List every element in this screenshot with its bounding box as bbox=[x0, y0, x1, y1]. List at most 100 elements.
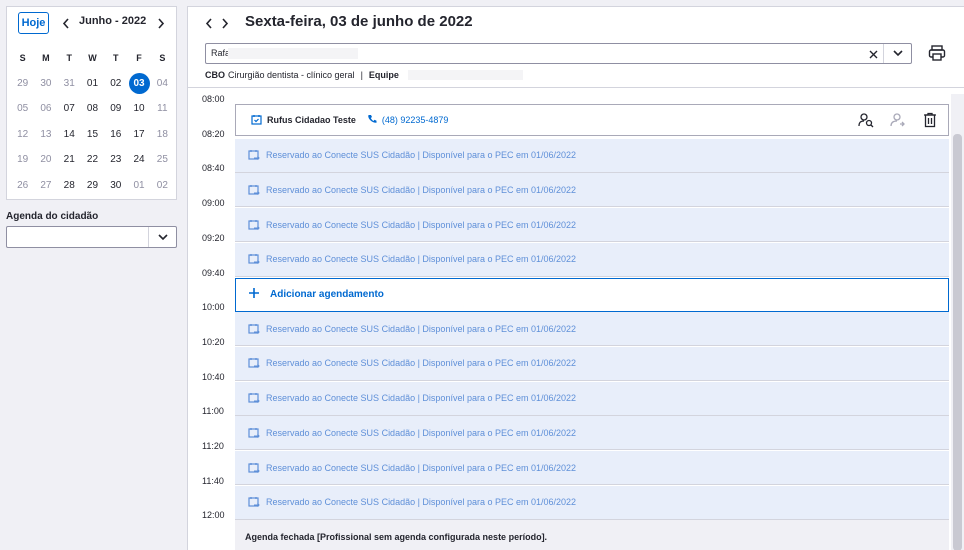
today-button[interactable]: Hoje bbox=[18, 12, 49, 34]
time-label: 12:00 bbox=[202, 510, 225, 521]
calendar-share-icon bbox=[247, 322, 260, 335]
reserved-slot-label: Reservado ao Conecte SUS Cidadão | Dispo… bbox=[266, 393, 577, 404]
reserved-slot-label: Reservado ao Conecte SUS Cidadão | Dispo… bbox=[266, 184, 577, 195]
calendar-day[interactable]: 30 bbox=[34, 78, 57, 89]
add-appointment-button[interactable]: Adicionar agendamento bbox=[235, 277, 949, 312]
calendar-day[interactable]: 20 bbox=[34, 154, 57, 165]
calendar-day[interactable]: 30 bbox=[104, 180, 127, 191]
calendar-day[interactable]: 01 bbox=[127, 180, 150, 191]
reserved-slot-label: Reservado ao Conecte SUS Cidadão | Dispo… bbox=[266, 358, 577, 369]
reserved-slot-label: Reservado ao Conecte SUS Cidadão | Dispo… bbox=[266, 497, 577, 508]
calendar-day[interactable]: 18 bbox=[151, 129, 174, 140]
calendar-day[interactable]: 25 bbox=[151, 154, 174, 165]
calendar-day[interactable]: 29 bbox=[11, 78, 34, 89]
time-label: 11:20 bbox=[202, 441, 224, 451]
user-share-icon[interactable] bbox=[890, 112, 906, 128]
reserved-slot[interactable]: Reservado ao Conecte SUS Cidadão | Dispo… bbox=[235, 208, 949, 243]
scrollbar[interactable] bbox=[951, 94, 964, 550]
reserved-slot[interactable]: Reservado ao Conecte SUS Cidadão | Dispo… bbox=[235, 451, 949, 485]
equipe-label: Equipe bbox=[368, 70, 399, 80]
closed-agenda-notice: Agenda fechada [Profissional sem agenda … bbox=[235, 520, 949, 550]
calendar-day[interactable]: 04 bbox=[151, 78, 174, 89]
meta-separator: | bbox=[360, 70, 363, 80]
calendar-day[interactable]: 19 bbox=[11, 154, 34, 165]
selected-day[interactable]: 03 bbox=[127, 72, 150, 94]
calendar-day[interactable]: 27 bbox=[34, 180, 57, 191]
reserved-slot-label: Reservado ao Conecte SUS Cidadão | Dispo… bbox=[266, 323, 577, 334]
calendar-share-icon bbox=[247, 392, 260, 405]
reserved-slot[interactable]: Reservado ao Conecte SUS Cidadão | Dispo… bbox=[235, 173, 949, 208]
reserved-slot[interactable]: Reservado ao Conecte SUS Cidadão | Dispo… bbox=[235, 312, 949, 347]
redacted-text bbox=[228, 48, 358, 59]
week-row: 19 20 21 22 23 24 25 bbox=[11, 147, 174, 173]
print-icon[interactable] bbox=[928, 44, 946, 62]
next-day-icon[interactable] bbox=[218, 15, 232, 31]
calendar-day[interactable]: 12 bbox=[11, 129, 34, 140]
reserved-slot-label: Reservado ao Conecte SUS Cidadão | Dispo… bbox=[266, 150, 577, 161]
calendar-day[interactable]: 29 bbox=[81, 180, 104, 191]
time-label: 09:40 bbox=[202, 267, 225, 278]
weekday-label: T bbox=[113, 52, 119, 63]
cbo-label: CBO bbox=[205, 70, 225, 80]
calendar-day[interactable]: 31 bbox=[58, 78, 81, 89]
calendar-day[interactable]: 28 bbox=[58, 180, 81, 191]
search-user-icon[interactable] bbox=[858, 112, 874, 128]
reserved-slot[interactable]: Reservado ao Conecte SUS Cidadão | Dispo… bbox=[235, 346, 949, 381]
calendar-share-icon bbox=[247, 357, 260, 370]
calendar-day[interactable]: 14 bbox=[58, 129, 81, 140]
weekday-label: M bbox=[42, 52, 50, 63]
calendar-grid: S M T W T F S 29 30 31 01 02 03 04 05 06 07 08 09 10 11 12 13 1… bbox=[11, 45, 174, 198]
calendar-day[interactable]: 22 bbox=[81, 154, 104, 165]
reserved-slot[interactable]: Reservado ao Conecte SUS Cidadão | Dispo… bbox=[235, 381, 949, 416]
calendar-day[interactable]: 05 bbox=[11, 103, 34, 114]
agenda-label: Agenda do cidadão bbox=[6, 211, 99, 222]
calendar-day[interactable]: 21 bbox=[58, 154, 81, 165]
trash-icon[interactable] bbox=[922, 112, 938, 128]
calendar-day[interactable]: 07 bbox=[58, 103, 81, 114]
week-row: 12 13 14 15 16 17 18 bbox=[11, 122, 174, 148]
professional-search-input[interactable]: Rafa bbox=[205, 43, 912, 64]
calendar-share-icon bbox=[247, 218, 260, 231]
redacted-text bbox=[407, 70, 523, 80]
calendar-day[interactable]: 01 bbox=[81, 78, 104, 89]
patient-name[interactable]: Rufus Cidadao Teste bbox=[267, 115, 356, 125]
calendar-day[interactable]: 23 bbox=[104, 154, 127, 165]
calendar-day[interactable]: 17 bbox=[127, 129, 150, 140]
calendar-day[interactable]: 13 bbox=[34, 129, 57, 140]
calendar-day[interactable]: 09 bbox=[104, 103, 127, 114]
scrollbar-thumb[interactable] bbox=[953, 134, 962, 550]
time-label: 11:40 bbox=[202, 475, 224, 486]
agenda-select[interactable] bbox=[6, 226, 177, 248]
calendar-day[interactable]: 11 bbox=[151, 103, 174, 114]
time-label: 08:00 bbox=[202, 94, 225, 104]
reserved-slot[interactable]: Reservado ao Conecte SUS Cidadão | Dispo… bbox=[235, 485, 949, 520]
calendar-day[interactable]: 10 bbox=[127, 103, 150, 114]
weekday-label: T bbox=[66, 52, 72, 63]
prev-month-icon[interactable] bbox=[59, 15, 73, 31]
next-month-icon[interactable] bbox=[154, 15, 168, 31]
close-icon[interactable] bbox=[865, 46, 881, 62]
time-label: 10:20 bbox=[202, 336, 225, 347]
chevron-down-icon[interactable] bbox=[148, 227, 176, 247]
weekday-label: F bbox=[136, 52, 142, 63]
chevron-down-icon[interactable] bbox=[883, 44, 911, 63]
calendar-day[interactable]: 24 bbox=[127, 154, 150, 165]
reserved-slot[interactable]: Reservado ao Conecte SUS Cidadão | Dispo… bbox=[235, 416, 949, 451]
calendar-day[interactable]: 06 bbox=[34, 103, 57, 114]
calendar-day[interactable]: 26 bbox=[11, 180, 34, 191]
reserved-slot-label: Reservado ao Conecte SUS Cidadão | Dispo… bbox=[266, 219, 577, 230]
reserved-slot-label: Reservado ao Conecte SUS Cidadão | Dispo… bbox=[266, 462, 577, 473]
calendar-day[interactable]: 08 bbox=[81, 103, 104, 114]
calendar-day[interactable]: 02 bbox=[151, 180, 174, 191]
mini-calendar: Hoje Junho - 2022 S M T W T F S 29 30 31 01 02 03 04 0… bbox=[6, 6, 177, 200]
prev-day-icon[interactable] bbox=[202, 15, 216, 31]
calendar-day[interactable]: 02 bbox=[104, 78, 127, 89]
calendar-day[interactable]: 15 bbox=[81, 129, 104, 140]
appointment-card[interactable]: Rufus Cidadao Teste (48) 92235-4879 bbox=[235, 104, 949, 136]
reserved-slot[interactable]: Reservado ao Conecte SUS Cidadão | Dispo… bbox=[235, 138, 949, 173]
time-label: 09:00 bbox=[202, 198, 225, 209]
month-label: Junho - 2022 bbox=[79, 15, 147, 27]
main-panel: Sexta-feira, 03 de junho de 2022 Rafa CB… bbox=[187, 6, 964, 550]
calendar-day[interactable]: 16 bbox=[104, 129, 127, 140]
reserved-slot[interactable]: Reservado ao Conecte SUS Cidadão | Dispo… bbox=[235, 242, 949, 277]
